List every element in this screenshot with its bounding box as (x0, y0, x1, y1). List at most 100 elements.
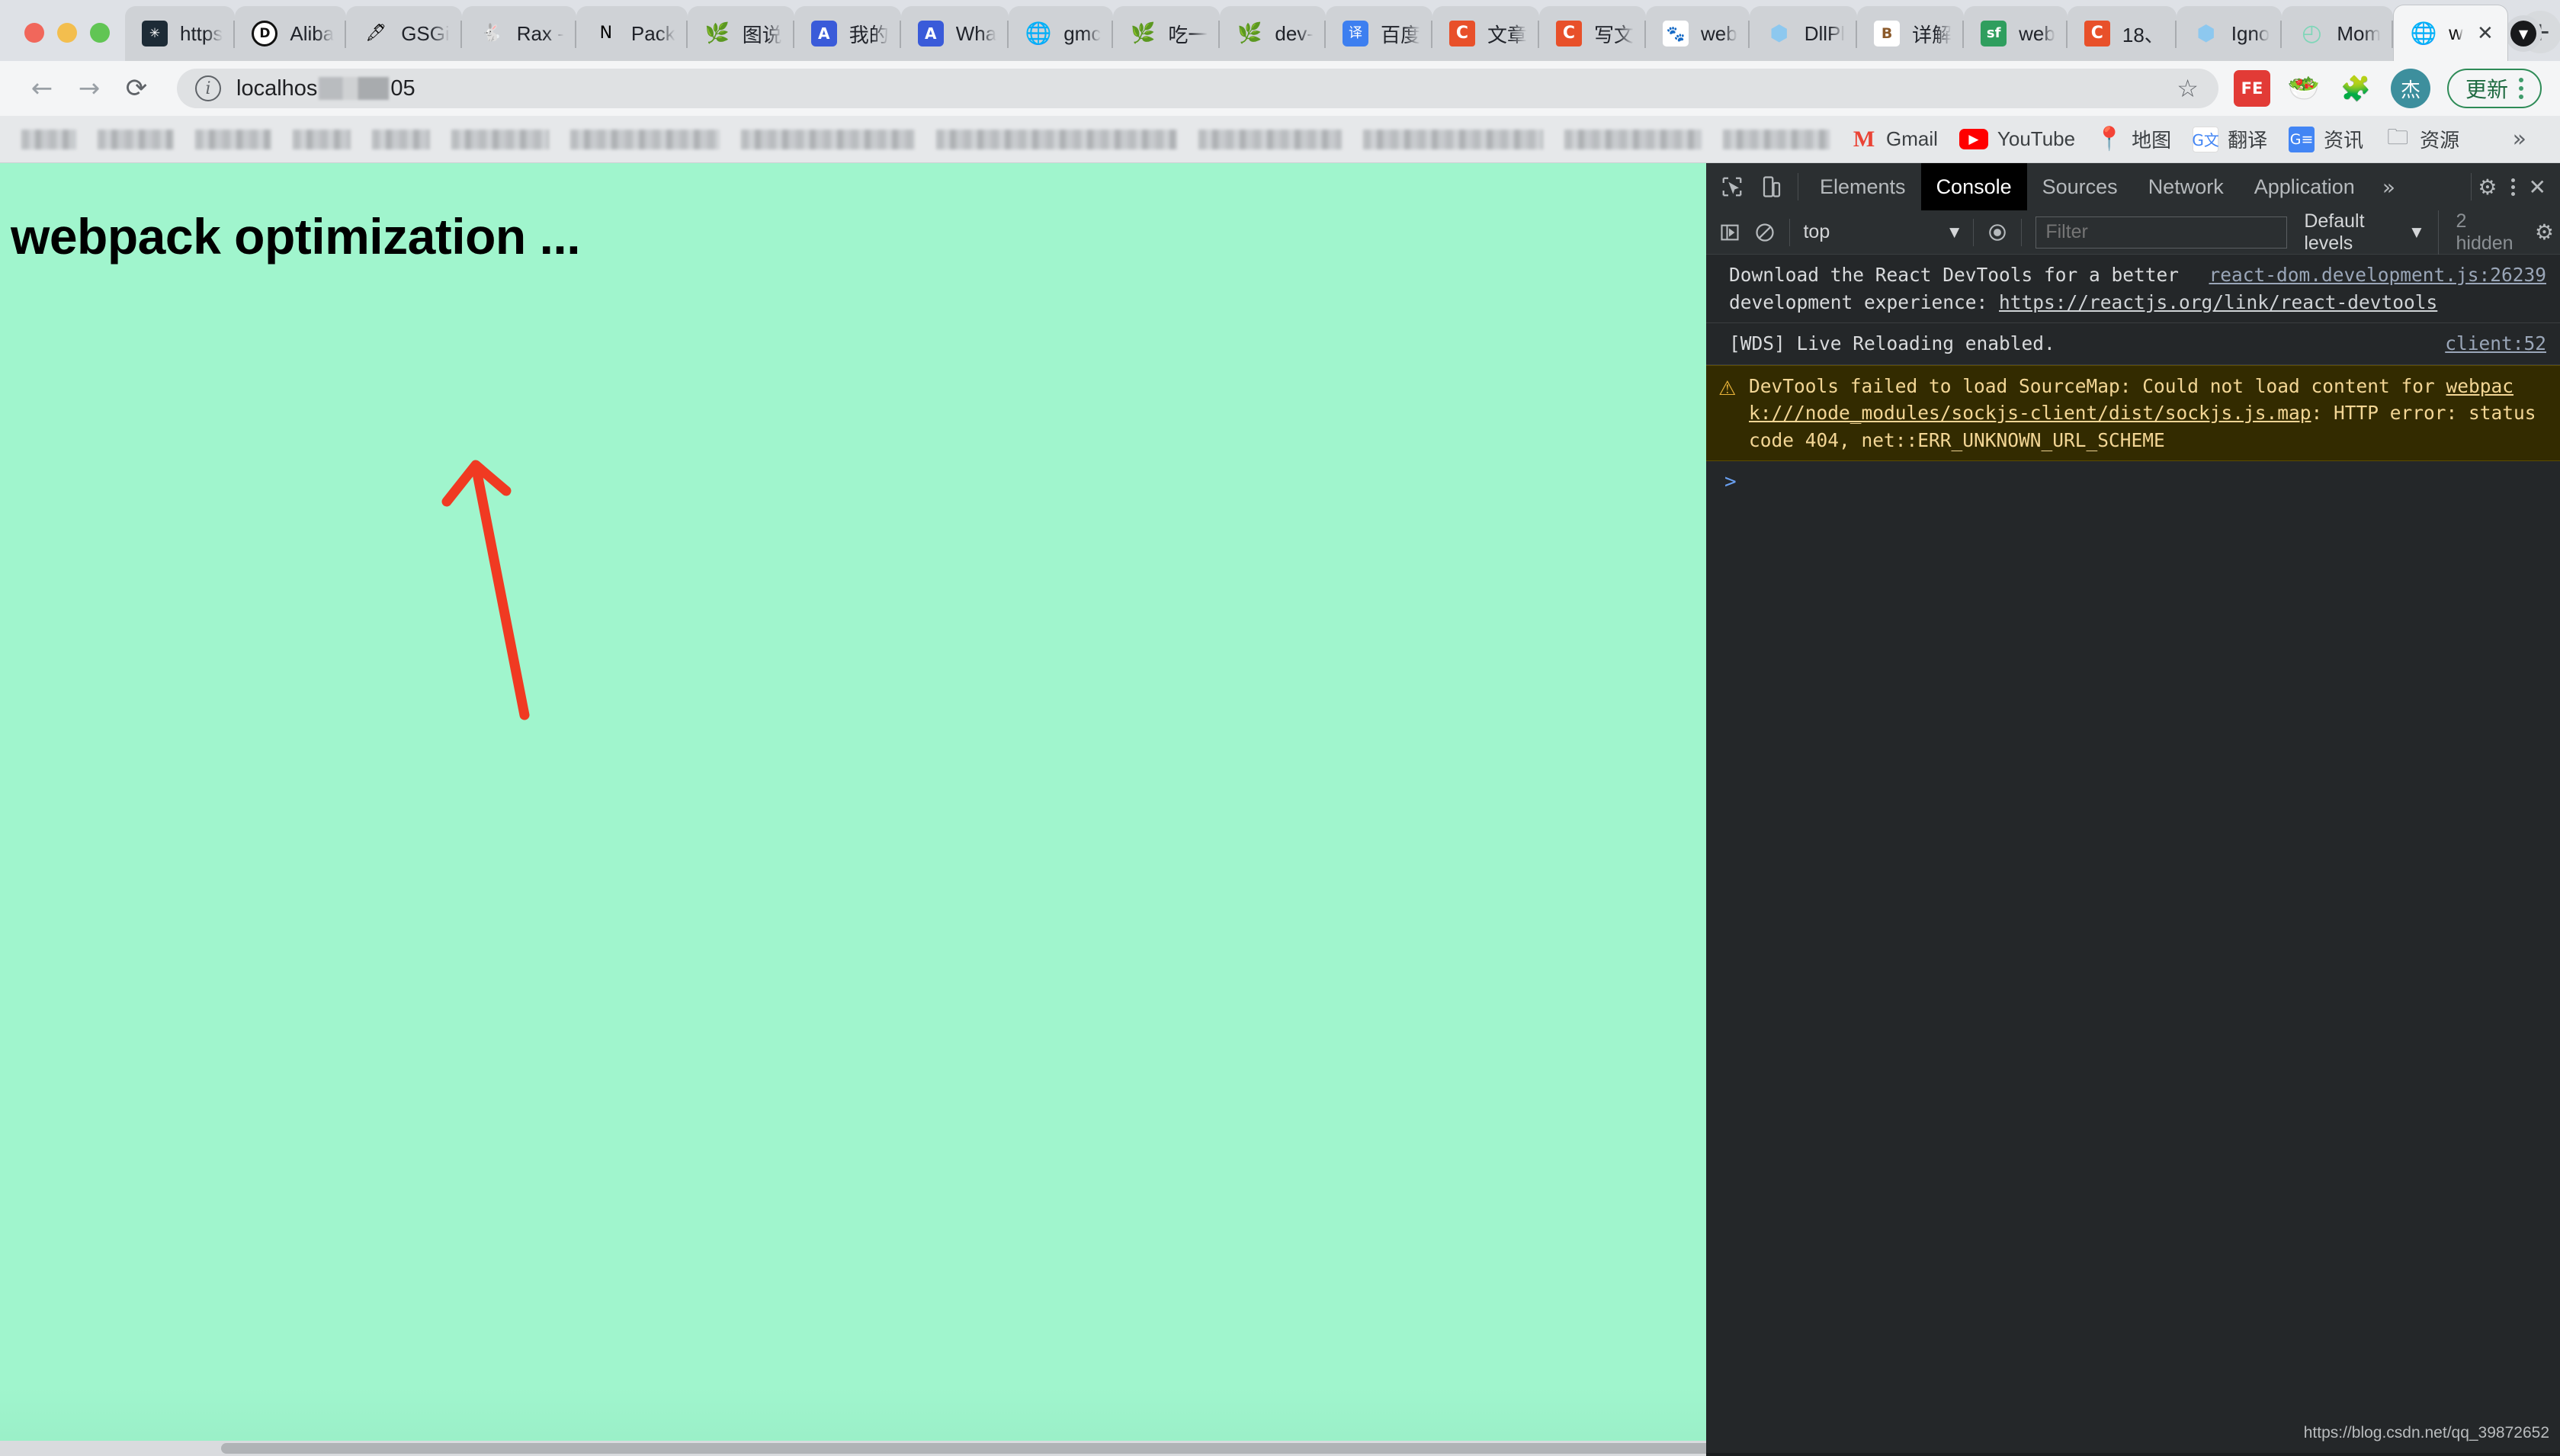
browser-tab-title: 详解 (1912, 23, 1952, 47)
minimize-window-button[interactable] (57, 23, 77, 43)
bookmark-star-icon[interactable]: ☆ (2177, 74, 2199, 103)
browser-tab[interactable]: ◴ Mom (2282, 6, 2394, 61)
browser-tab-title: Rax - (516, 21, 564, 45)
devtools-tab-console[interactable]: Console (1920, 163, 2027, 210)
console-settings-gear-icon[interactable]: ⚙ (2535, 220, 2554, 245)
cursor-select-icon[interactable] (1712, 167, 1752, 207)
console-message-link[interactable]: https://reactjs.org/link/react-devtools (1999, 291, 2437, 313)
close-tab-icon[interactable]: ✕ (2472, 21, 2498, 47)
browser-tab[interactable]: 译百度 (1325, 6, 1432, 61)
devtools-tabs: Elements Console Sources Network Application (1805, 163, 2370, 210)
browser-tab-title: 百度 (1380, 23, 1420, 47)
horizontal-scrollbar-thumb[interactable] (221, 1443, 1706, 1454)
tab-strip-right: ▼ (2505, 15, 2560, 61)
console-message-text: [WDS] Live Reloading enabled. (1729, 332, 2055, 355)
browser-tab[interactable]: sf web (1964, 6, 2068, 61)
browser-tab-title: 写文 (1593, 23, 1634, 47)
browser-tab[interactable]: 🌿 吃一 (1113, 6, 1221, 61)
leaf-orange-icon: 🌿 (1131, 22, 1156, 45)
forward-button[interactable]: → (66, 65, 113, 112)
site-info-icon[interactable]: i (195, 75, 221, 101)
browser-tab-title: https (180, 21, 223, 45)
bookmark-item[interactable]: 📍 地图 (2086, 121, 2182, 158)
devtools-tabbar: Elements Console Sources Network Application… (1706, 163, 2560, 210)
devtools-tab-elements[interactable]: Elements (1805, 163, 1921, 210)
browser-tab[interactable]: A 我的 (794, 6, 901, 61)
browser-tab[interactable]: ⬢ Igno (2176, 6, 2283, 61)
browser-tab-active[interactable]: 🌐 w ✕ (2393, 5, 2508, 61)
annotation-arrow-icon (441, 460, 530, 720)
url-suffix: 05 (390, 75, 415, 101)
puzzle-extensions-icon[interactable]: 🧩 (2337, 70, 2374, 107)
tab-search-button[interactable]: ▼ (2505, 15, 2542, 52)
back-button[interactable]: ← (18, 65, 66, 112)
browser-tab[interactable]: 🐾 web (1645, 6, 1750, 61)
browser-tab[interactable]: B 详解 (1857, 6, 1965, 61)
devtools-close-icon[interactable]: ✕ (2529, 175, 2546, 200)
address-bar[interactable]: i localhos 05 ☆ (177, 69, 2218, 108)
browser-tab-title: 我的 (849, 23, 889, 47)
csdn-icon: C (2084, 21, 2110, 47)
browser-tab[interactable]: ⬢ DllPl (1749, 6, 1858, 61)
console-sidebar-toggle-icon[interactable] (1712, 213, 1747, 252)
console-clear-icon[interactable] (1747, 213, 1782, 252)
reload-button[interactable]: ⟳ (113, 65, 160, 112)
device-toolbar-icon[interactable] (1752, 167, 1792, 207)
update-button[interactable]: 更新 (2446, 69, 2542, 108)
browser-tab[interactable]: 🐇 Rax - (461, 6, 576, 61)
console-output: react-dom.development.js:26239 Download t… (1706, 255, 2560, 1453)
bowl-extension-icon[interactable]: 🥗 (2286, 70, 2322, 107)
bookmark-item-label: Gmail (1886, 127, 1938, 150)
browser-tab[interactable]: ✳ https (125, 6, 236, 61)
youtube-icon: ▶ (1958, 129, 1988, 149)
close-window-button[interactable] (24, 23, 44, 43)
browser-tab[interactable]: 🌿 图说 (687, 6, 794, 61)
bookmark-item[interactable]: ▶ YouTube (1949, 121, 2086, 158)
devtools-more-tabs-icon[interactable]: » (2370, 175, 2408, 200)
bookmark-item[interactable]: G≡ 资讯 (2278, 121, 2374, 158)
url-redacted-segment (319, 77, 390, 100)
devtools-menu-icon[interactable] (2497, 178, 2529, 196)
browser-tab[interactable]: A Wha (900, 6, 1009, 61)
browser-tab-title: Pack (630, 21, 675, 45)
browser-tab[interactable]: N Pack (576, 6, 688, 61)
chevron-down-icon: ▼ (1949, 224, 1960, 240)
browser-tab[interactable]: C 18、 (2067, 6, 2177, 61)
browser-tab-title: web (1700, 21, 1737, 45)
console-live-expression-icon[interactable] (1980, 213, 2015, 252)
console-filter-input[interactable] (2035, 216, 2288, 249)
browser-tab-title: 文章 (1487, 23, 1527, 47)
avatar[interactable]: 杰 (2390, 69, 2430, 108)
fe-extension-icon[interactable]: FE (2233, 70, 2270, 107)
maximize-window-button[interactable] (90, 23, 110, 43)
execution-context-selector[interactable]: top ▼ (1795, 217, 1967, 248)
bookmarks-overflow-icon[interactable]: » (2513, 126, 2549, 152)
browser-tab-title: w (2449, 21, 2463, 44)
devtools-tab-sources[interactable]: Sources (2027, 163, 2133, 210)
devtools-settings-gear-icon[interactable]: ⚙ (2478, 175, 2497, 200)
bookmark-item[interactable]: 🗀 资源 (2374, 121, 2470, 158)
browser-tab-title: 18、 (2122, 23, 2164, 47)
bookmarks-bar: M Gmail ▶ YouTube 📍 地图 G文 翻译 G≡ 资讯 🗀 资源 » (0, 116, 2560, 163)
console-prompt[interactable]: > (1706, 461, 2560, 502)
browser-tab[interactable]: C 文章 (1432, 6, 1539, 61)
translate-icon: 译 (1342, 21, 1368, 47)
horizontal-scrollbar[interactable] (0, 1441, 1706, 1456)
translate-icon: G文 (2192, 126, 2219, 152)
browser-tab[interactable]: D Aliba (235, 6, 347, 61)
log-levels-selector[interactable]: Default levels ▼ (2304, 210, 2421, 255)
devtools-tab-network[interactable]: Network (2133, 163, 2239, 210)
browser-tab[interactable]: 🌐 gmc (1009, 6, 1114, 61)
dingtalk-icon: D (252, 21, 278, 47)
devtools-tab-application[interactable]: Application (2239, 163, 2370, 210)
browser-tab[interactable]: 🌿 dev- (1220, 6, 1326, 61)
chrome-menu-icon[interactable] (2519, 78, 2523, 99)
browser-tab[interactable]: C 写文 (1538, 6, 1646, 61)
bookmark-item[interactable]: M Gmail (1840, 121, 1949, 158)
browser-tab[interactable]: 🖋 GSGi (346, 6, 462, 61)
console-message-source[interactable]: react-dom.development.js:26239 (2209, 261, 2546, 289)
gmail-icon: M (1853, 126, 1875, 152)
bookmark-item[interactable]: G文 翻译 (2182, 121, 2278, 158)
bookmarks-redacted-group[interactable] (11, 129, 1840, 149)
console-message-source[interactable]: client:52 (2445, 330, 2546, 358)
